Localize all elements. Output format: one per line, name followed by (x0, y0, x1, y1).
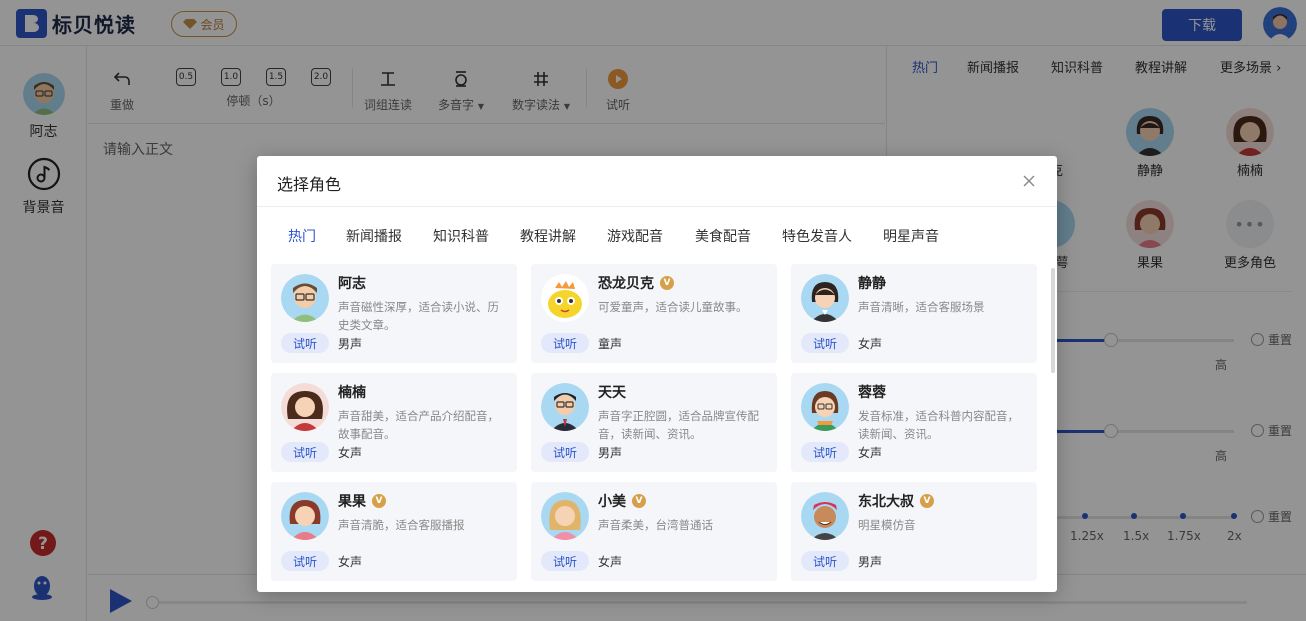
tab-food[interactable]: 美食配音 (695, 226, 751, 246)
role-avatar (541, 492, 589, 540)
role-gender: 女声 (338, 446, 363, 460)
role-card-xiaomei[interactable]: 小美 V 声音柔美，台湾普通话 试听 女声 (531, 482, 777, 581)
role-gender: 童声 (598, 337, 623, 351)
role-name: 阿志 (338, 276, 366, 292)
role-gender: 女声 (858, 446, 883, 460)
role-avatar (801, 383, 849, 431)
role-card-tiantian[interactable]: 天天 声音字正腔圆，适合品牌宣传配音，读新闻、资讯。 试听 男声 (531, 373, 777, 472)
tab-tutorial[interactable]: 教程讲解 (520, 226, 576, 246)
role-card-rongrong[interactable]: 蓉蓉 发音标准，适合科普内容配音，读新闻、资讯。 试听 女声 (791, 373, 1037, 472)
tab-game[interactable]: 游戏配音 (607, 226, 663, 246)
dialog-title: 选择角色 (277, 175, 342, 194)
tab-special[interactable]: 特色发音人 (782, 226, 852, 246)
role-name: 果果 (338, 494, 366, 510)
role-avatar (281, 383, 329, 431)
role-card-grid: 阿志 声音磁性深厚，适合读小说、历史类文章。 试听 男声 恐龙贝克 V 可爱童声，… (271, 264, 1037, 592)
role-name: 静静 (858, 276, 886, 292)
role-gender: 男声 (598, 446, 623, 460)
try-listen-button[interactable]: 试听 (281, 442, 329, 462)
try-listen-button[interactable]: 试听 (541, 333, 589, 353)
try-listen-button[interactable]: 试听 (281, 333, 329, 353)
role-gender: 女声 (338, 555, 363, 569)
vip-v-icon: V (660, 276, 674, 290)
vip-v-icon: V (632, 494, 646, 508)
role-avatar (281, 274, 329, 322)
role-description: 声音清脆，适合客服播报 (338, 518, 465, 532)
role-name: 天天 (598, 385, 626, 401)
role-card-nannan[interactable]: 楠楠 声音甜美，适合产品介绍配音，故事配音。 试听 女声 (271, 373, 517, 472)
role-name: 东北大叔 (858, 494, 914, 510)
role-name: 楠楠 (338, 385, 366, 401)
select-role-dialog: 选择角色 热门 新闻播报 知识科普 教程讲解 游戏配音 美食配音 特色发音人 明… (257, 156, 1057, 592)
role-avatar (281, 492, 329, 540)
try-listen-button[interactable]: 试听 (541, 551, 589, 571)
role-gender: 女声 (858, 337, 883, 351)
role-card-jingjing[interactable]: 静静 声音清晰，适合客服场景 试听 女声 (791, 264, 1037, 363)
role-description: 声音磁性深厚，适合读小说、历史类文章。 (338, 300, 499, 332)
vip-v-icon: V (920, 494, 934, 508)
role-description: 声音甜美，适合产品介绍配音，故事配音。 (338, 409, 499, 441)
role-avatar (541, 383, 589, 431)
scrollbar[interactable] (1051, 268, 1055, 373)
role-gender: 男声 (858, 555, 883, 569)
try-listen-button[interactable]: 试听 (801, 333, 849, 353)
try-listen-button[interactable]: 试听 (801, 442, 849, 462)
tab-celebrity[interactable]: 明星声音 (883, 226, 939, 246)
tab-hot[interactable]: 热门 (288, 226, 316, 246)
role-tabs: 热门 新闻播报 知识科普 教程讲解 游戏配音 美食配音 特色发音人 明星声音 (257, 226, 1057, 250)
role-description: 声音字正腔圆，适合品牌宣传配音，读新闻、资讯。 (598, 409, 759, 441)
try-listen-button[interactable]: 试听 (541, 442, 589, 462)
role-name: 小美 (598, 494, 626, 510)
role-card-konglong-beike[interactable]: 恐龙贝克 V 可爱童声，适合读儿童故事。 试听 童声 (531, 264, 777, 363)
tab-news[interactable]: 新闻播报 (346, 226, 402, 246)
role-avatar (541, 274, 589, 322)
role-description: 发音标准，适合科普内容配音，读新闻、资讯。 (858, 409, 1019, 441)
role-card-dongbei-dashu[interactable]: 东北大叔 V 明星模仿音 试听 男声 (791, 482, 1037, 581)
tab-science[interactable]: 知识科普 (433, 226, 489, 246)
close-icon[interactable] (1020, 172, 1038, 190)
role-card-guoguo[interactable]: 果果 V 声音清脆，适合客服播报 试听 女声 (271, 482, 517, 581)
role-description: 可爱童声，适合读儿童故事。 (598, 300, 748, 314)
vip-v-icon: V (372, 494, 386, 508)
role-name: 蓉蓉 (858, 385, 886, 401)
role-gender: 男声 (338, 337, 363, 351)
role-description: 明星模仿音 (858, 518, 916, 532)
role-description: 声音柔美，台湾普通话 (598, 518, 713, 532)
role-gender: 女声 (598, 555, 623, 569)
role-avatar (801, 274, 849, 322)
role-name: 恐龙贝克 (598, 276, 654, 292)
try-listen-button[interactable]: 试听 (281, 551, 329, 571)
role-description: 声音清晰，适合客服场景 (858, 300, 985, 314)
dialog-header: 选择角色 (257, 156, 1057, 207)
try-listen-button[interactable]: 试听 (801, 551, 849, 571)
role-card-azhi[interactable]: 阿志 声音磁性深厚，适合读小说、历史类文章。 试听 男声 (271, 264, 517, 363)
role-avatar (801, 492, 849, 540)
